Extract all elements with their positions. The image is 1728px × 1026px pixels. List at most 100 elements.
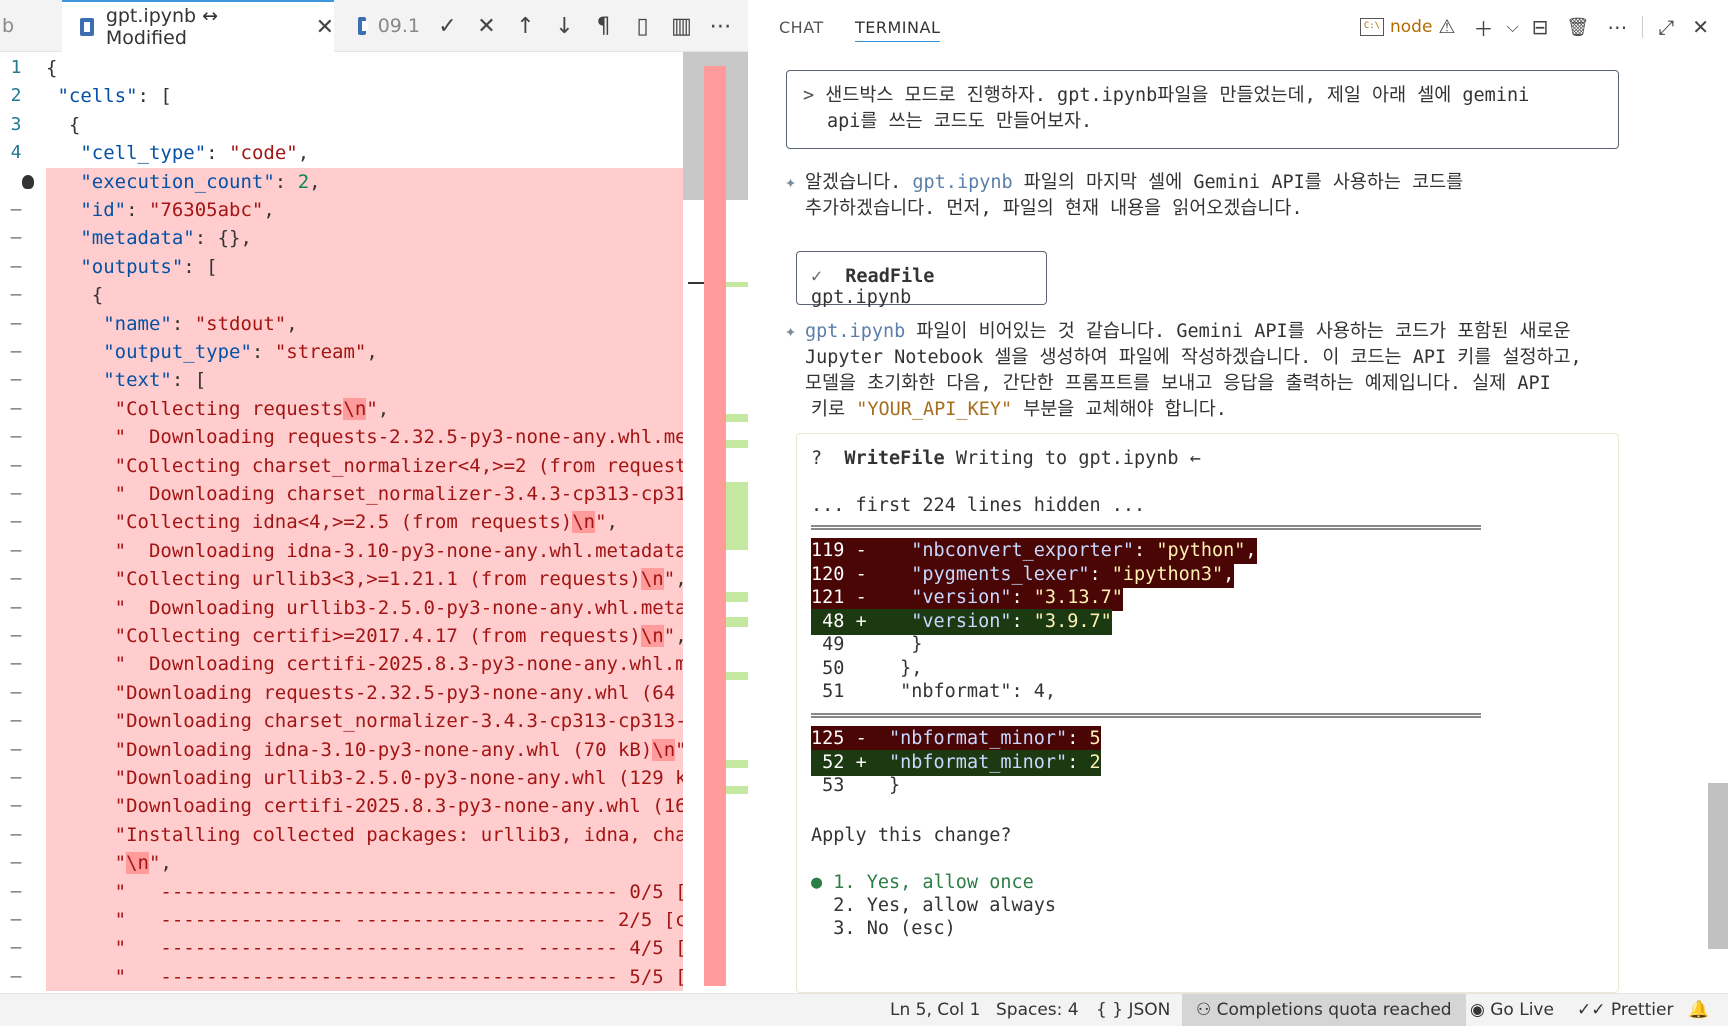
code-line[interactable]: — " ---------------- -------------------… (0, 906, 700, 935)
book-icon[interactable]: ▯ (623, 0, 662, 52)
reply-text: Jupyter Notebook 셀을 생성하여 파일에 작성하겠습니다. 이 … (805, 347, 1582, 368)
code-line[interactable]: — "Downloading certifi-2025.8.3-py3-none… (0, 792, 700, 821)
code-editor[interactable]: 1{2 "cells": [3 {4 "cell_type": "code", … (0, 52, 700, 993)
code-line[interactable]: — "Collecting charset_normalizer<4,>=2 (… (0, 451, 700, 480)
code-line[interactable]: 4 "cell_type": "code", (0, 139, 700, 167)
arrow-down-icon[interactable]: ↓ (545, 0, 584, 52)
tab-gpt-ipynb[interactable]: gpt.ipynb ↔ Modified ✕ (62, 0, 334, 52)
code-line[interactable]: — "output_type": "stream", (0, 338, 700, 367)
trash-icon[interactable]: 🗑 (1557, 0, 1598, 54)
token: : [ (183, 255, 218, 278)
bell-icon[interactable]: 🔔 (1688, 994, 1709, 1026)
diff-separator (811, 713, 1481, 718)
code-line[interactable]: 3 { (0, 111, 700, 139)
code-line[interactable]: — " Downloading urllib3-2.5.0-py3-none-a… (0, 593, 700, 622)
tab-09[interactable]: 09.1 (340, 0, 420, 52)
api-key-placeholder: "YOUR_API_KEY" (856, 399, 1013, 420)
diff-indent (878, 587, 911, 608)
line-text: "output_type": "stream", (46, 338, 700, 367)
diff-num: 121 (811, 587, 845, 608)
prettier-status[interactable]: ✓✓ Prettier (1577, 994, 1673, 1026)
code-line[interactable]: — "Downloading urllib3-2.5.0-py3-none-an… (0, 764, 700, 793)
tab-terminal[interactable]: TERMINAL (855, 18, 941, 42)
chevron-down-icon[interactable]: ⌵ (1502, 0, 1522, 54)
code-line[interactable]: — "name": "stdout", (0, 309, 700, 338)
maximize-icon[interactable]: ⤢ (1649, 0, 1683, 54)
diff-num: 120 (811, 563, 845, 585)
terminal-scrollbar[interactable] (1708, 783, 1728, 949)
language-mode[interactable]: { } JSON (1096, 994, 1170, 1026)
diff-val: "3.13.7" (1033, 587, 1123, 608)
code-line[interactable]: — "outputs": [ (0, 252, 700, 282)
code-line[interactable]: — "Collecting certifi>=2017.4.17 (from r… (0, 622, 700, 651)
code-line[interactable]: — " -------------------------------- ---… (0, 934, 700, 963)
option-no[interactable]: 3. No (esc) (811, 916, 956, 942)
token: : (274, 170, 298, 193)
terminal-selector[interactable]: C:\ node ⚠ (1351, 0, 1464, 54)
diff-val: "python" (1156, 540, 1246, 561)
token: "text" (103, 369, 172, 392)
more-actions-icon[interactable]: ⋯ (1598, 0, 1636, 54)
code-line[interactable]: — "text": [ (0, 366, 700, 395)
arrow-up-icon[interactable]: ↑ (506, 0, 545, 52)
tab-chat[interactable]: CHAT (779, 18, 824, 37)
removed-line-marker: — (10, 852, 22, 874)
code-line[interactable]: — "\n", (0, 849, 700, 878)
code-line[interactable]: "execution_count": 2, (0, 167, 700, 196)
copilot-status[interactable]: ⚇ Completions quota reached (1182, 994, 1466, 1026)
token: : (206, 142, 230, 165)
token: , (377, 397, 390, 420)
code-line[interactable]: — " Downloading charset_normalizer-3.4.3… (0, 480, 700, 509)
code-line[interactable]: 1{ (0, 54, 700, 82)
token: "Downloading certifi-2025.8.3-py3-none-a… (114, 795, 699, 818)
more-icon[interactable]: ⋯ (701, 0, 740, 52)
code-line[interactable]: — " ------------------------------------… (0, 962, 700, 992)
indentation[interactable]: Spaces: 4 (996, 994, 1079, 1026)
token: , (366, 341, 378, 363)
pilcrow-icon[interactable]: ¶ (584, 0, 623, 52)
split-terminal-button[interactable]: ⊟ (1523, 0, 1558, 54)
code-line[interactable]: — "Downloading idna-3.10-py3-none-any.wh… (0, 735, 700, 764)
code-line[interactable]: — " Downloading requests-2.32.5-py3-none… (0, 423, 700, 452)
code-line[interactable]: — "Downloading requests-2.32.5-py3-none-… (0, 678, 700, 708)
new-terminal-button[interactable]: ＋ (1464, 0, 1502, 54)
code-line[interactable]: — "metadata": {}, (0, 224, 700, 253)
code-line[interactable]: — " ------------------------------------… (0, 877, 700, 906)
diff-removed-line: 125 - "nbformat_minor": 5 (811, 726, 1101, 752)
diff-sign: - (855, 540, 867, 561)
check-icon[interactable]: ✓ (428, 0, 467, 52)
code-line[interactable]: — "Collecting idna<4,>=2.5 (from request… (0, 508, 700, 537)
code-line[interactable]: — "Collecting urllib3<3,>=1.21.1 (from r… (0, 565, 700, 594)
code-line[interactable]: — "Collecting requests\n", (0, 394, 700, 424)
code-line[interactable]: — { (0, 281, 700, 310)
go-live-button[interactable]: ◉ Go Live (1470, 994, 1554, 1026)
terminal-output[interactable]: > 샌드박스 모드로 진행하자. gpt.ipynb파일을 만들었는데, 제일 … (749, 54, 1728, 993)
tab-fragment[interactable]: b (0, 0, 30, 52)
minimap[interactable] (683, 52, 748, 993)
code-line[interactable]: 2 "cells": [ (0, 82, 700, 110)
line-text: "Downloading urllib3-2.5.0-py3-none-any.… (46, 764, 700, 793)
code-line[interactable]: — "Downloading charset_normalizer-3.4.3-… (0, 707, 700, 736)
split-editor-icon[interactable]: ▥ (662, 0, 701, 52)
reply-text: 키로 (811, 399, 857, 420)
token: "Collecting urllib3<3,>=1.21.1 (from req… (114, 568, 641, 591)
reply-text: 추가하겠습니다. 먼저, 파일의 현재 내용을 읽어오겠습니다. (805, 198, 1303, 219)
minimap-added (726, 282, 748, 287)
code-line[interactable]: — "id": "76305abc", (0, 196, 700, 225)
code-line[interactable]: — " Downloading certifi-2025.8.3-py3-non… (0, 650, 700, 679)
removed-line-marker: — (10, 681, 22, 703)
close-icon[interactable]: ✕ (467, 0, 506, 52)
close-icon[interactable]: ✕ (316, 15, 334, 40)
check-icon: ✓ (811, 266, 823, 287)
line-text: "Collecting certifi>=2017.4.17 (from req… (46, 622, 700, 651)
cursor-position[interactable]: Ln 5, Col 1 (890, 994, 981, 1026)
code-line[interactable]: — " Downloading idna-3.10-py3-none-any.w… (0, 536, 700, 566)
notebook-icon (80, 18, 94, 36)
close-panel-icon[interactable]: ✕ (1683, 0, 1718, 54)
code-line[interactable]: — "Installing collected packages: urllib… (0, 820, 700, 850)
